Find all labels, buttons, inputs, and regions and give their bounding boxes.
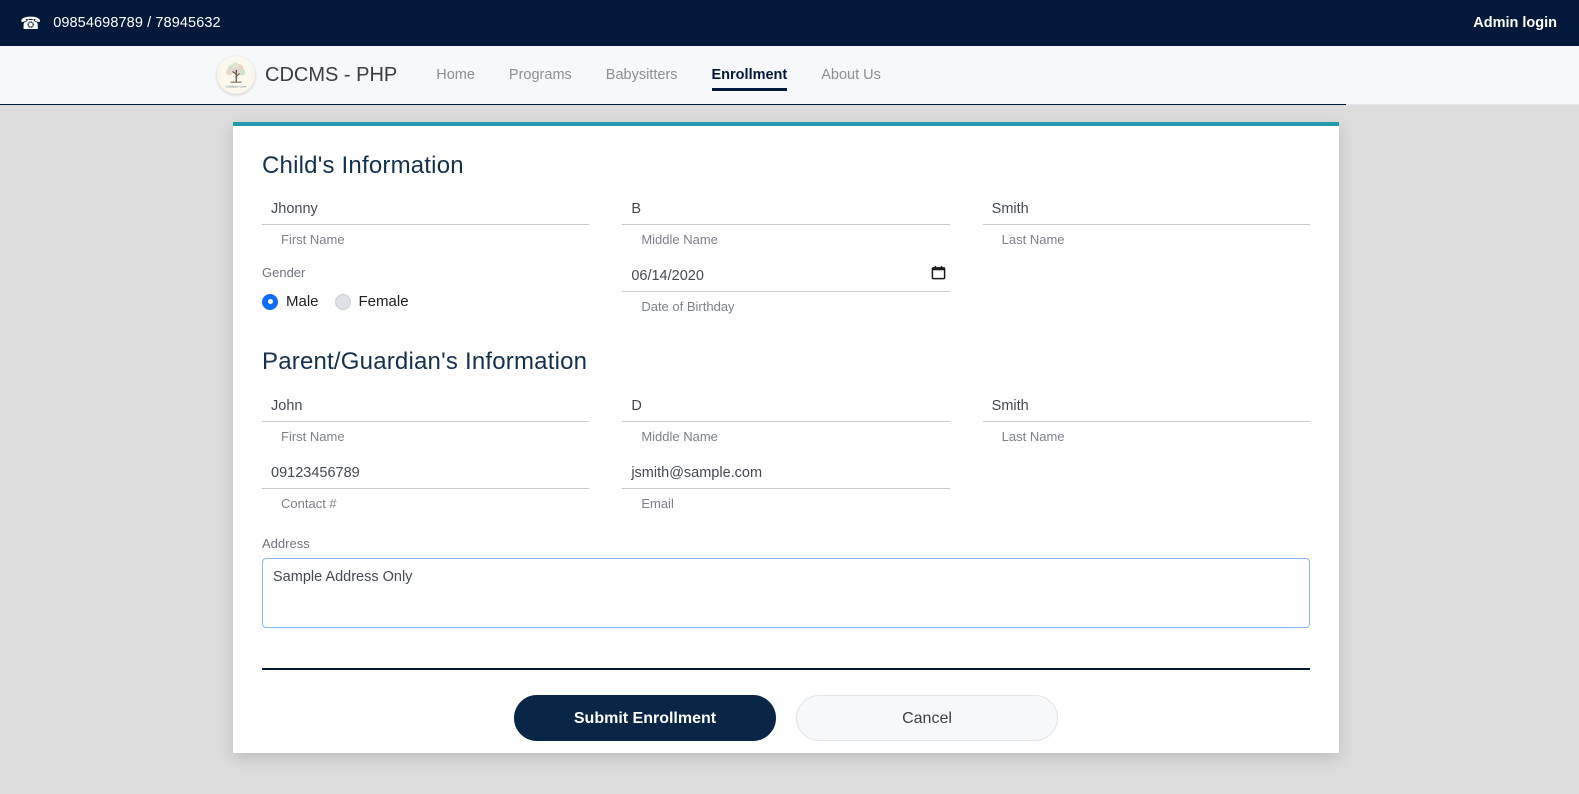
- parent-middle-name-help: Middle Name: [641, 429, 718, 444]
- parent-contact-input[interactable]: [262, 462, 590, 489]
- parent-first-name-help: First Name: [281, 429, 345, 444]
- main-navbar: Childcare Love CDCMS - PHP Home Programs…: [0, 46, 1579, 106]
- nav-item-home[interactable]: Home: [419, 46, 492, 105]
- cancel-button[interactable]: Cancel: [796, 695, 1058, 741]
- child-first-name-field: First Name: [262, 198, 590, 247]
- gender-option-male[interactable]: Male: [262, 293, 319, 310]
- tree-logo-icon[interactable]: Childcare Love: [217, 56, 255, 94]
- parent-last-name-input[interactable]: [982, 395, 1310, 422]
- nav-item-programs[interactable]: Programs: [492, 46, 589, 105]
- date-of-birth-help: Date of Birthday: [641, 299, 735, 314]
- enrollment-form-card: Child's Information First Name Middle Na…: [233, 122, 1339, 753]
- address-field: Address: [262, 536, 1310, 633]
- top-contact-bar: ☎ 09854698789 / 78945632 Admin login: [0, 0, 1579, 46]
- child-middle-name-field: Middle Name: [622, 198, 950, 247]
- parent-first-name-field: First Name: [262, 395, 590, 444]
- parent-email-field: Email: [622, 462, 950, 511]
- child-last-name-input[interactable]: [982, 198, 1310, 225]
- child-information-heading: Child's Information: [262, 152, 464, 179]
- child-last-name-field: Last Name: [982, 198, 1310, 247]
- gender-field: Gender Male Female: [262, 265, 589, 314]
- date-of-birth-input[interactable]: [622, 265, 950, 292]
- parent-first-name-input[interactable]: [262, 395, 590, 422]
- child-first-name-input[interactable]: [262, 198, 590, 225]
- nav-item-enrollment[interactable]: Enrollment: [695, 46, 805, 105]
- submit-enrollment-button[interactable]: Submit Enrollment: [514, 695, 776, 741]
- gender-label: Gender: [262, 265, 306, 280]
- address-textarea[interactable]: [262, 558, 1310, 628]
- radio-female-icon[interactable]: [334, 293, 351, 310]
- nav-item-babysitters[interactable]: Babysitters: [589, 46, 695, 105]
- radio-male-icon[interactable]: [262, 293, 278, 310]
- parent-contact-field: Contact #: [262, 462, 590, 511]
- topbar-contact-group: ☎ 09854698789 / 78945632: [20, 13, 221, 33]
- child-last-name-help: Last Name: [1001, 232, 1065, 247]
- child-row2-spacer: [983, 265, 1310, 314]
- phone-icon: ☎: [20, 13, 42, 33]
- parent-name-row: First Name Middle Name Last Name: [262, 395, 1310, 444]
- child-gender-dob-row: Gender Male Female 06/14/2020 Date of Bi…: [262, 265, 1310, 314]
- gender-radio-group: Male Female: [262, 293, 589, 310]
- form-actions: Submit Enrollment Cancel: [262, 695, 1310, 741]
- brand-title[interactable]: CDCMS - PHP: [265, 64, 397, 87]
- parent-row2-spacer: [983, 462, 1310, 511]
- child-first-name-help: First Name: [281, 232, 345, 247]
- parent-email-input[interactable]: [622, 462, 950, 489]
- child-middle-name-help: Middle Name: [641, 232, 718, 247]
- page-canvas: Child's Information First Name Middle Na…: [0, 105, 1579, 794]
- enrollment-form-body: Child's Information First Name Middle Na…: [233, 126, 1339, 741]
- admin-login-link[interactable]: Admin login: [1473, 15, 1557, 31]
- contact-phone-number: 09854698789 / 78945632: [53, 15, 221, 31]
- gender-option-female[interactable]: Female: [334, 293, 409, 310]
- parent-last-name-field: Last Name: [982, 395, 1310, 444]
- parent-contact-help: Contact #: [281, 496, 337, 511]
- parent-contact-row: Contact # Email: [262, 462, 1310, 511]
- child-name-row: First Name Middle Name Last Name: [262, 198, 1310, 247]
- form-divider: [262, 668, 1310, 670]
- nav-item-about-us[interactable]: About Us: [804, 46, 898, 105]
- address-label: Address: [262, 536, 310, 551]
- parent-last-name-help: Last Name: [1001, 429, 1065, 444]
- child-middle-name-input[interactable]: [622, 198, 950, 225]
- parent-information-heading: Parent/Guardian's Information: [262, 348, 588, 375]
- parent-middle-name-input[interactable]: [622, 395, 950, 422]
- parent-email-help: Email: [641, 496, 674, 511]
- svg-text:Childcare Love: Childcare Love: [226, 84, 247, 88]
- parent-middle-name-field: Middle Name: [622, 395, 950, 444]
- child-dob-field: Date of Birthday: [622, 265, 950, 314]
- gender-female-label: Female: [358, 293, 409, 310]
- gender-male-label: Male: [286, 293, 319, 310]
- date-of-birth-wrapper: [622, 265, 950, 292]
- navbar-inner: Childcare Love CDCMS - PHP Home Programs…: [217, 46, 898, 105]
